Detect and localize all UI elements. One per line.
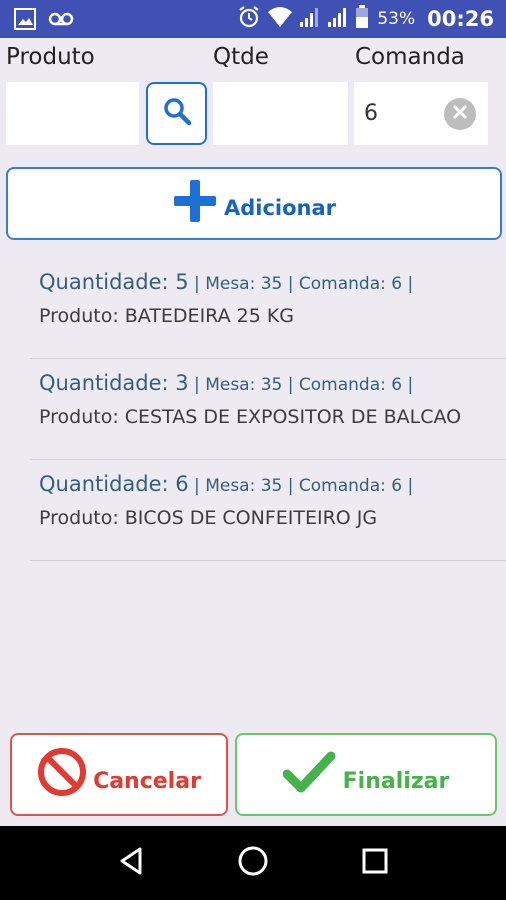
- item-product: Produto: BICOS DE CONFEITEIRO JG: [39, 507, 378, 529]
- status-system: 53% 00:26: [237, 0, 494, 38]
- recents-icon: [361, 847, 389, 880]
- search-icon: [162, 96, 192, 131]
- close-icon: [453, 105, 467, 124]
- home-button[interactable]: [233, 843, 273, 883]
- item-product: Produto: BATEDEIRA 25 KG: [39, 305, 295, 327]
- clear-comanda-button[interactable]: [444, 98, 476, 130]
- plus-icon: [172, 178, 218, 229]
- cancel-button-label: Cancelar: [93, 769, 201, 794]
- recents-button[interactable]: [355, 843, 395, 883]
- qtde-input[interactable]: [213, 82, 348, 145]
- finish-button[interactable]: Finalizar: [235, 733, 497, 816]
- item-quantity: Quantidade: 6: [39, 472, 189, 496]
- battery-percent: 53%: [377, 9, 416, 29]
- signal-icon: [327, 6, 349, 33]
- back-icon: [116, 846, 146, 881]
- wifi-icon: [267, 6, 293, 33]
- status-notifications: [14, 8, 74, 35]
- order-items-list: Quantidade: 5 | Mesa: 35 | Comanda: 6 | …: [30, 258, 506, 561]
- qtde-label: Qtde: [213, 44, 269, 70]
- item-meta: | Mesa: 35 | Comanda: 6 |: [188, 476, 414, 496]
- navigation-bar: [0, 826, 506, 900]
- home-icon: [237, 845, 269, 882]
- add-button-label: Adicionar: [223, 195, 337, 220]
- image-icon: [14, 8, 36, 35]
- battery-icon: [355, 4, 369, 34]
- item-quantity: Quantidade: 5: [39, 270, 189, 294]
- search-product-button[interactable]: [146, 82, 207, 145]
- signal-icon: [299, 6, 321, 33]
- checkmark-icon: [282, 750, 336, 799]
- add-button[interactable]: Adicionar: [6, 167, 502, 240]
- list-item[interactable]: Quantidade: 3 | Mesa: 35 | Comanda: 6 | …: [30, 359, 506, 460]
- prohibited-icon: [37, 747, 87, 802]
- item-product: Produto: CESTAS DE EXPOSITOR DE BALCAO: [39, 406, 462, 428]
- item-meta: | Mesa: 35 | Comanda: 6 |: [188, 274, 414, 294]
- item-quantity: Quantidade: 3: [39, 371, 189, 395]
- item-meta: | Mesa: 35 | Comanda: 6 |: [188, 375, 414, 395]
- clock: 00:26: [427, 7, 494, 31]
- list-item[interactable]: Quantidade: 6 | Mesa: 35 | Comanda: 6 | …: [30, 460, 506, 561]
- list-item[interactable]: Quantidade: 5 | Mesa: 35 | Comanda: 6 | …: [30, 258, 506, 359]
- voicemail-icon: [48, 8, 74, 35]
- produto-label: Produto: [6, 44, 95, 70]
- finish-button-label: Finalizar: [342, 769, 450, 794]
- cancel-button[interactable]: Cancelar: [10, 733, 228, 816]
- alarm-icon: [237, 5, 261, 34]
- status-bar: 53% 00:26: [0, 0, 506, 38]
- back-button[interactable]: [111, 843, 151, 883]
- comanda-label: Comanda: [355, 44, 465, 70]
- produto-input[interactable]: [6, 82, 139, 145]
